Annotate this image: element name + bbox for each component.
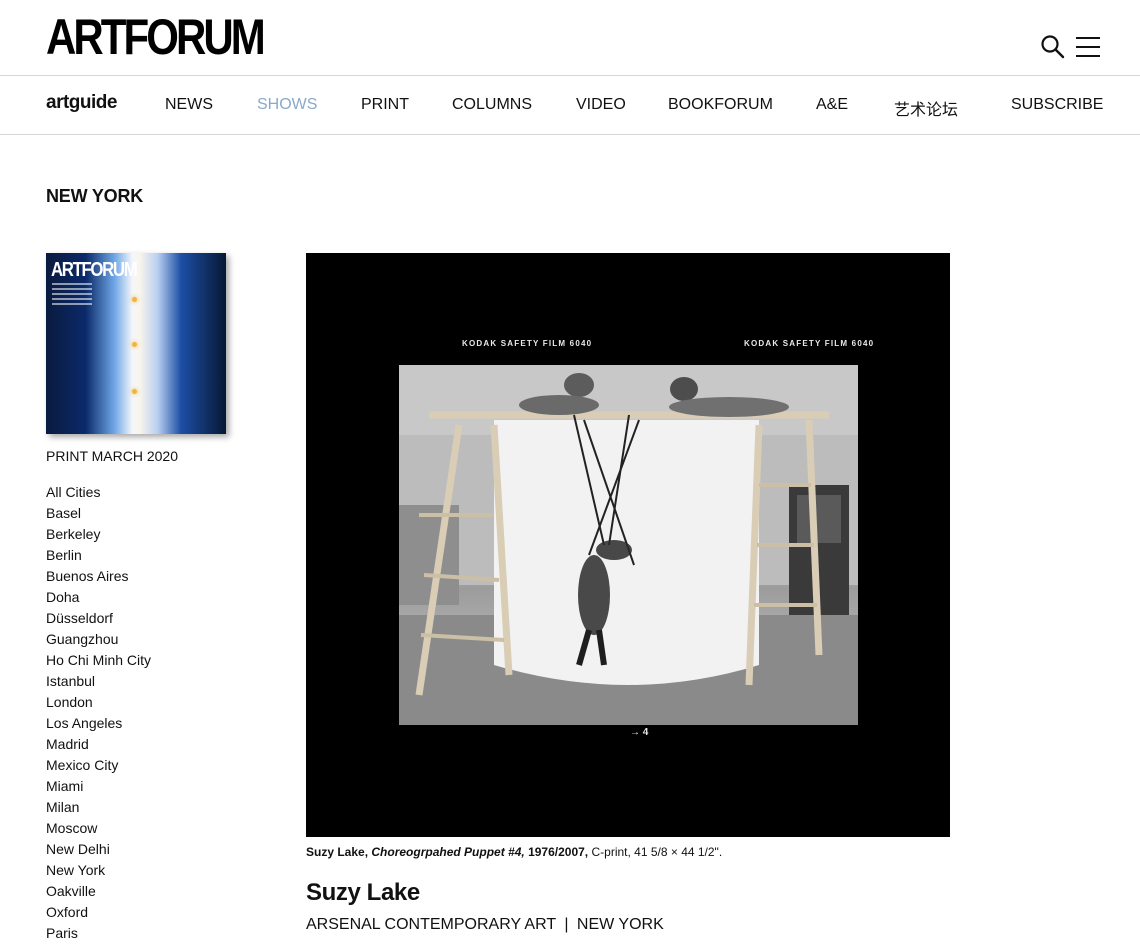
- nav-item-chinese[interactable]: 艺术论坛: [894, 96, 958, 120]
- nav-item-columns[interactable]: COLUMNS: [452, 96, 532, 114]
- city-link-guangzhou[interactable]: Guangzhou: [46, 629, 151, 650]
- venue-separator: |: [564, 916, 569, 933]
- city-link-basel[interactable]: Basel: [46, 503, 151, 524]
- caption-title: Choreogrpahed Puppet #4,: [371, 845, 525, 859]
- print-issue-link[interactable]: PRINT MARCH 2020: [46, 448, 178, 464]
- nav-item-news[interactable]: NEWS: [165, 96, 213, 114]
- city-link-new-delhi[interactable]: New Delhi: [46, 839, 151, 860]
- venue-link[interactable]: ARSENAL CONTEMPORARY ART: [306, 916, 556, 933]
- main-nav: artguide NEWS SHOWS PRINT COLUMNS VIDEO …: [0, 76, 1140, 135]
- city-link-oakville[interactable]: Oakville: [46, 881, 151, 902]
- nav-item-subscribe[interactable]: SUBSCRIBE: [1011, 96, 1103, 114]
- nav-item-shows[interactable]: SHOWS: [257, 96, 317, 114]
- city-link-new-york[interactable]: New York: [46, 860, 151, 881]
- nav-item-video[interactable]: VIDEO: [576, 96, 626, 114]
- top-header: ARTFORUM: [0, 0, 1140, 76]
- city-link-berkeley[interactable]: Berkeley: [46, 524, 151, 545]
- cover-logo: ARTFORUM: [51, 259, 138, 281]
- city-link-doha[interactable]: Doha: [46, 587, 151, 608]
- caption-details: C-print, 41 5/8 × 44 1/2".: [591, 845, 723, 859]
- caption-artist: Suzy Lake,: [306, 845, 369, 859]
- city-link-paris[interactable]: Paris: [46, 923, 151, 944]
- city-link-miami[interactable]: Miami: [46, 776, 151, 797]
- city-link-madrid[interactable]: Madrid: [46, 734, 151, 755]
- nav-item-print[interactable]: PRINT: [361, 96, 409, 114]
- artforum-logo[interactable]: ARTFORUM: [46, 12, 266, 62]
- city-link-buenos-aires[interactable]: Buenos Aires: [46, 566, 151, 587]
- city-link-moscow[interactable]: Moscow: [46, 818, 151, 839]
- city-link-ho-chi-minh-city[interactable]: Ho Chi Minh City: [46, 650, 151, 671]
- city-link-berlin[interactable]: Berlin: [46, 545, 151, 566]
- page: ARTFORUM artguide NEWS SHOWS PRINT COLUM…: [0, 0, 1140, 945]
- magazine-cover[interactable]: ARTFORUM: [46, 253, 226, 434]
- photograph: [399, 365, 858, 725]
- city-link-istanbul[interactable]: Istanbul: [46, 671, 151, 692]
- review-artist-title: Suzy Lake: [306, 879, 420, 906]
- nav-item-ae[interactable]: A&E: [816, 96, 848, 114]
- frame-number: → 4: [630, 727, 649, 738]
- cover-text-lines: [52, 283, 92, 308]
- hamburger-menu-icon[interactable]: [1076, 37, 1100, 57]
- caption-year: 1976/2007,: [528, 845, 589, 859]
- artwork-image[interactable]: KODAK SAFETY FILM 6040 KODAK SAFETY FILM…: [306, 253, 950, 837]
- cover-dot: [132, 297, 137, 302]
- search-icon[interactable]: [1040, 34, 1066, 60]
- film-edge-text-right: KODAK SAFETY FILM 6040: [744, 339, 875, 348]
- city-link-oxford[interactable]: Oxford: [46, 902, 151, 923]
- city-heading: NEW YORK: [46, 186, 144, 206]
- nav-item-bookforum[interactable]: BOOKFORUM: [668, 96, 773, 114]
- artguide-link[interactable]: artguide: [46, 92, 117, 114]
- cover-dot: [132, 342, 137, 347]
- film-edge-text-left: KODAK SAFETY FILM 6040: [462, 339, 593, 348]
- city-link-dusseldorf[interactable]: Düsseldorf: [46, 608, 151, 629]
- city-link-mexico-city[interactable]: Mexico City: [46, 755, 151, 776]
- city-link-london[interactable]: London: [46, 692, 151, 713]
- photograph-scene: [399, 365, 858, 725]
- city-link-all-cities[interactable]: All Cities: [46, 482, 151, 503]
- review-venue-line: ARSENAL CONTEMPORARY ART | NEW YORK: [306, 916, 664, 934]
- venue-city-link[interactable]: NEW YORK: [577, 916, 664, 933]
- artwork-caption: Suzy Lake, Choreogrpahed Puppet #4, 1976…: [306, 845, 722, 859]
- city-list: All Cities Basel Berkeley Berlin Buenos …: [46, 482, 151, 944]
- city-link-los-angeles[interactable]: Los Angeles: [46, 713, 151, 734]
- city-link-milan[interactable]: Milan: [46, 797, 151, 818]
- cover-dot: [132, 389, 137, 394]
